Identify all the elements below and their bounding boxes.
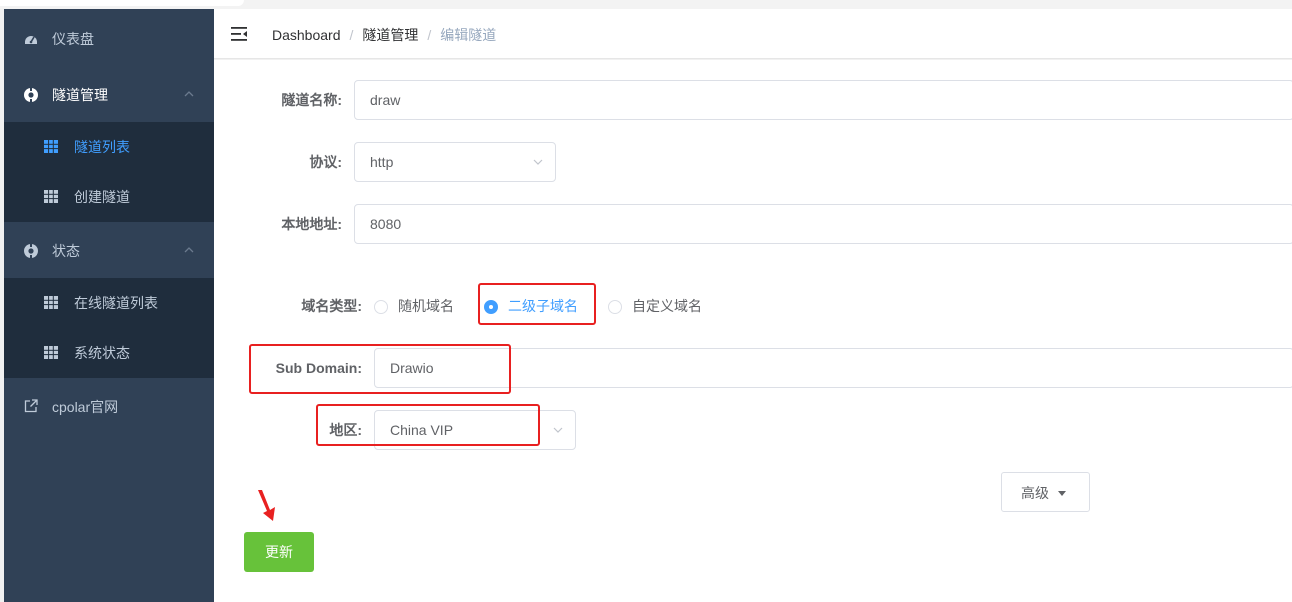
breadcrumb-separator: /	[427, 27, 432, 43]
sidebar-item-label: 仪表盘	[52, 31, 94, 47]
grid-table-icon	[44, 346, 58, 359]
sidebar-item-create-tunnel[interactable]: 创建隧道	[4, 172, 214, 222]
update-button[interactable]: 更新	[244, 532, 314, 572]
breadcrumb-dashboard[interactable]: Dashboard	[272, 26, 341, 44]
protocol-select[interactable]: http	[354, 142, 556, 182]
breadcrumb-edit-tunnel: 编辑隧道	[440, 27, 497, 43]
breadcrumb: Dashboard / 隧道管理 / 编辑隧道	[272, 26, 496, 44]
radio-random-domain[interactable]	[374, 300, 388, 314]
protocol-value: http	[370, 154, 394, 170]
sidebar-item-dashboard[interactable]: 仪表盘	[4, 11, 214, 67]
sidebar-item-label: 隧道列表	[74, 139, 130, 155]
radio-label-custom-domain[interactable]: 自定义域名	[632, 297, 702, 315]
sidebar-item-system-status[interactable]: 系统状态	[4, 328, 214, 378]
sidebar-item-label: 在线隧道列表	[74, 295, 158, 311]
menu-fold-icon[interactable]	[231, 26, 247, 42]
sidebar-item-tunnel-management[interactable]: 隧道管理	[4, 67, 214, 123]
sidebar-item-label: 创建隧道	[74, 189, 130, 205]
sidebar-item-tunnel-list[interactable]: 隧道列表	[4, 122, 214, 172]
browser-top-strip	[0, 0, 1292, 9]
caret-down-icon	[1058, 491, 1066, 496]
status-circle-icon	[24, 244, 38, 258]
domain-type-label: 域名类型:	[301, 298, 362, 314]
sidebar: 仪表盘 隧道管理 隧道列表 创建隧道 状态 在线隧道列表 系统状态 cpolar…	[4, 9, 214, 602]
sidebar-item-label: 状态	[52, 243, 80, 259]
edit-tunnel-form: 隧道名称: draw 协议: http 本地地址: 8080 域名类型: 随机域…	[214, 60, 1292, 602]
grid-table-icon	[44, 296, 58, 309]
annotation-box-sub-domain	[249, 344, 511, 394]
advanced-label: 高级	[1021, 485, 1049, 501]
sub-domain-input[interactable]: Drawio	[374, 348, 1292, 388]
annotation-arrow-icon	[258, 490, 275, 521]
sidebar-item-online-tunnels[interactable]: 在线隧道列表	[4, 278, 214, 328]
local-address-input[interactable]: 8080	[354, 204, 1292, 244]
tunnel-submenu: 隧道列表 创建隧道	[4, 122, 214, 222]
advanced-dropdown-button[interactable]: 高级	[1001, 472, 1090, 512]
sidebar-item-cpolar-site[interactable]: cpolar官网	[4, 379, 214, 435]
grid-table-icon	[44, 140, 58, 153]
local-address-label: 本地地址:	[281, 216, 342, 232]
chevron-up-icon	[184, 91, 194, 97]
chevron-down-icon	[553, 427, 563, 433]
tunnel-name-input[interactable]: draw	[354, 80, 1292, 120]
chevron-down-icon	[533, 159, 543, 165]
navbar: Dashboard / 隧道管理 / 编辑隧道	[214, 9, 1292, 59]
radio-label-random-domain[interactable]: 随机域名	[398, 297, 454, 315]
chevron-up-icon	[184, 247, 194, 253]
annotation-box-region	[316, 404, 540, 446]
external-link-icon	[24, 399, 38, 413]
sidebar-item-label: 隧道管理	[52, 87, 108, 103]
sidebar-item-label: cpolar官网	[52, 399, 119, 415]
browser-tab	[0, 0, 244, 6]
sidebar-item-label: 系统状态	[74, 345, 130, 361]
tunnel-name-label: 隧道名称:	[281, 92, 342, 108]
sidebar-item-status[interactable]: 状态	[4, 223, 214, 279]
dashboard-gauge-icon	[25, 36, 37, 44]
status-submenu: 在线隧道列表 系统状态	[4, 278, 214, 378]
tunnel-circle-icon	[24, 88, 38, 102]
breadcrumb-separator: /	[349, 27, 354, 43]
breadcrumb-tunnel-management[interactable]: 隧道管理	[362, 26, 418, 44]
grid-table-icon	[44, 190, 58, 203]
protocol-label: 协议:	[309, 154, 342, 170]
radio-custom-domain[interactable]	[608, 300, 622, 314]
annotation-box-subdomain-option	[478, 283, 596, 325]
